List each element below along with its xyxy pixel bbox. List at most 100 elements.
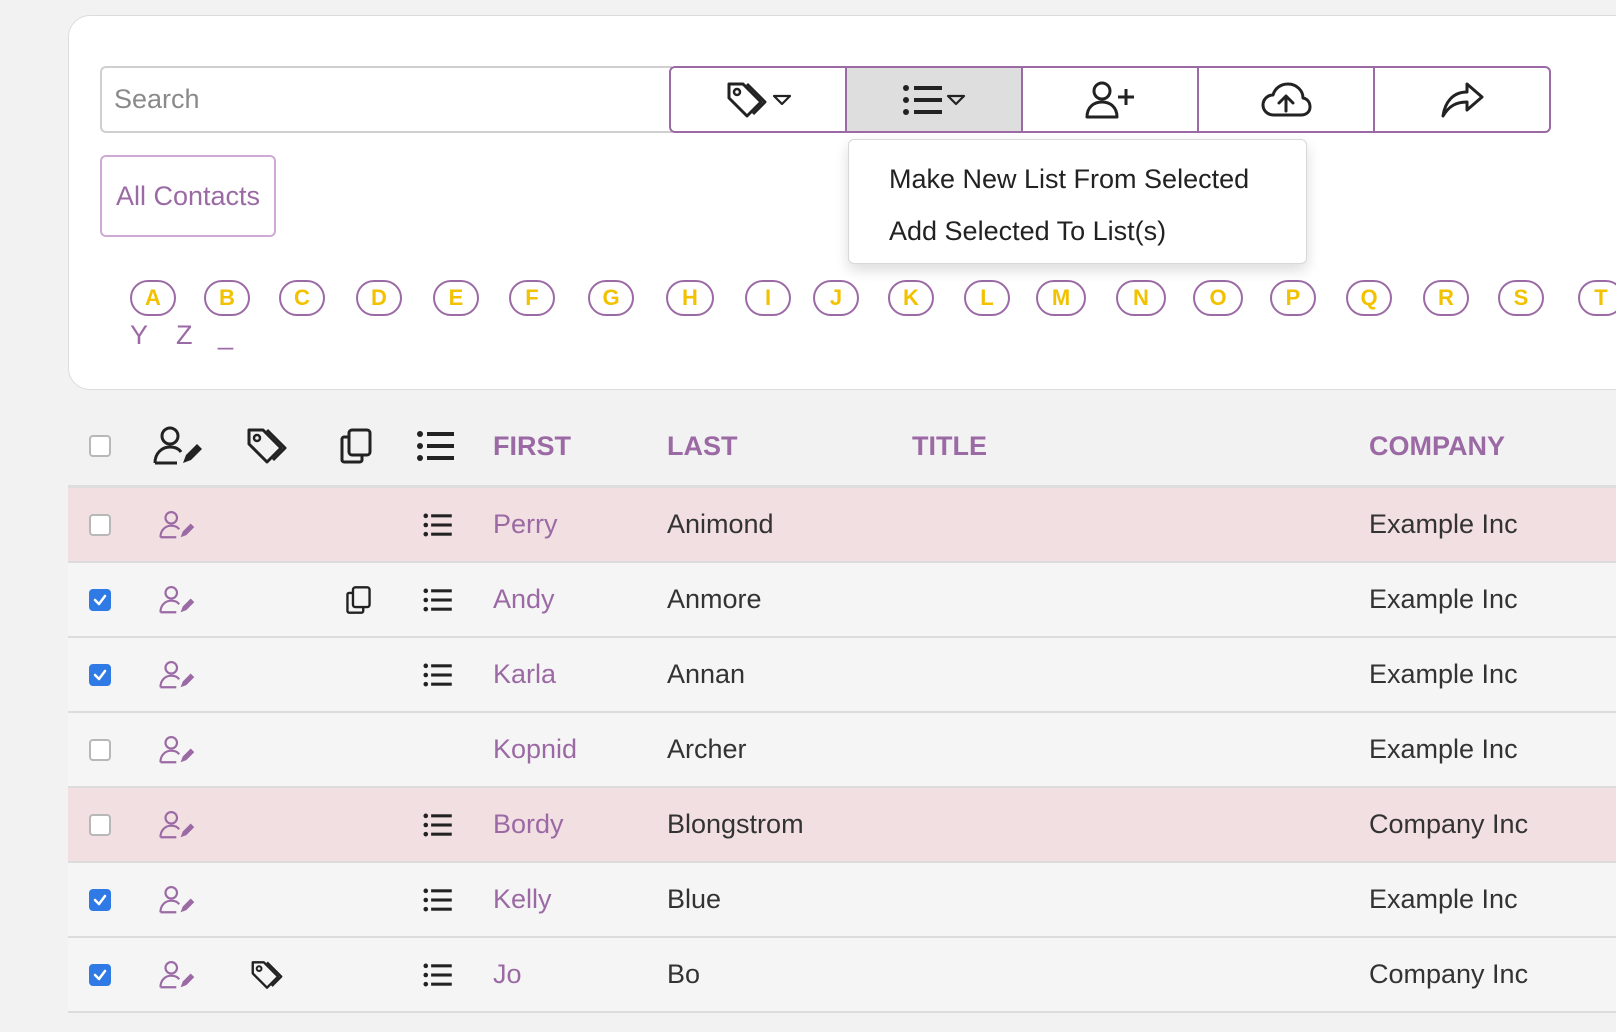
contacts-table: FIRST LAST TITLE COMPANY Perry Animond Exa… <box>68 407 1616 1013</box>
edit-contact-icon[interactable] <box>159 788 195 861</box>
tag-icon <box>247 428 287 464</box>
first-name[interactable]: Perry <box>493 488 558 561</box>
header-first[interactable]: FIRST <box>493 407 571 485</box>
tag-header-icon <box>243 407 291 485</box>
letter-filter-a[interactable]: A <box>130 280 176 316</box>
row-checkbox[interactable] <box>89 663 111 686</box>
table-header: FIRST LAST TITLE COMPANY <box>68 407 1616 488</box>
list-dropdown-menu: Make New List From Selected Add Selected… <box>848 139 1307 264</box>
letter-filter-h[interactable]: H <box>666 280 714 316</box>
company: Company Inc <box>1369 959 1529 989</box>
company: Example Inc <box>1369 509 1518 539</box>
table-row[interactable]: Bordy Blongstrom Company Inc <box>68 788 1616 863</box>
edit-contact-icon[interactable] <box>159 863 195 936</box>
tag-menu-button[interactable] <box>669 66 847 133</box>
company: Example Inc <box>1369 884 1518 914</box>
row-checkbox[interactable] <box>89 963 111 986</box>
company: Example Inc <box>1369 659 1518 689</box>
list-icon[interactable] <box>422 563 454 636</box>
list-icon[interactable] <box>422 788 454 861</box>
letter-filter-k[interactable]: K <box>888 280 934 316</box>
letter-filter-y[interactable]: Y <box>130 320 148 351</box>
last-name: Annan <box>667 659 746 689</box>
letter-filter-g[interactable]: G <box>588 280 634 316</box>
letter-filter-i[interactable]: I <box>745 280 791 316</box>
letter-filter-q[interactable]: Q <box>1346 280 1392 316</box>
menu-item-add-to-lists[interactable]: Add Selected To List(s) <box>849 212 1306 264</box>
table-row[interactable]: Karla Annan Example Inc <box>68 638 1616 713</box>
list-icon[interactable] <box>422 488 454 561</box>
letter-filter-b[interactable]: B <box>204 280 250 316</box>
search-input[interactable] <box>100 66 672 133</box>
table-row[interactable]: Jo Bo Company Inc <box>68 938 1616 1013</box>
row-checkbox[interactable] <box>89 738 111 761</box>
table-row[interactable]: Andy Anmore Example Inc <box>68 563 1616 638</box>
letter-filter-m[interactable]: M <box>1036 280 1086 316</box>
letter-filter-s[interactable]: S <box>1498 280 1544 316</box>
list-icon[interactable] <box>422 638 454 711</box>
select-all-checkbox[interactable] <box>89 435 111 457</box>
letter-filter-t[interactable]: T <box>1578 280 1616 316</box>
first-name[interactable]: Bordy <box>493 788 564 861</box>
share-icon <box>1441 82 1484 117</box>
first-name[interactable]: Kopnid <box>493 713 577 786</box>
company: Example Inc <box>1369 584 1518 614</box>
first-name[interactable]: Kelly <box>493 863 552 936</box>
last-name: Animond <box>667 509 774 539</box>
copy-icon[interactable] <box>345 563 372 636</box>
table-row[interactable]: Perry Animond Example Inc <box>68 488 1616 563</box>
list-icon[interactable] <box>422 863 454 936</box>
header-title[interactable]: TITLE <box>912 407 987 485</box>
letter-filter-p[interactable]: P <box>1270 280 1316 316</box>
list-icon <box>417 431 454 461</box>
table-row[interactable]: Kelly Blue Example Inc <box>68 863 1616 938</box>
letter-filter-c[interactable]: C <box>279 280 325 316</box>
letter-filter-f[interactable]: F <box>509 280 555 316</box>
toolbar <box>669 66 1551 133</box>
edit-user-icon <box>153 426 202 465</box>
add-contact-button[interactable] <box>1021 66 1199 133</box>
menu-item-make-new-list[interactable]: Make New List From Selected <box>849 160 1306 212</box>
table-body: Perry Animond Example Inc Andy Anmore Example… <box>68 488 1616 1013</box>
lists-header-icon <box>416 407 456 485</box>
row-checkbox[interactable] <box>89 588 111 611</box>
first-name[interactable]: Jo <box>493 938 522 1011</box>
cloud-upload-icon <box>1261 82 1312 116</box>
first-name[interactable]: Karla <box>493 638 556 711</box>
list-menu-button[interactable] <box>845 66 1023 133</box>
letter-filter-o[interactable]: O <box>1193 280 1243 316</box>
letter-filter-r[interactable]: R <box>1423 280 1469 316</box>
letter-filter-e[interactable]: E <box>433 280 479 316</box>
duplicate-header-icon <box>339 407 373 485</box>
last-name: Archer <box>667 734 747 764</box>
upload-button[interactable] <box>1197 66 1375 133</box>
edit-contact-icon[interactable] <box>159 563 195 636</box>
letter-filter-underscore[interactable]: _ <box>218 320 233 351</box>
last-name: Anmore <box>667 584 762 614</box>
table-row[interactable]: Kopnid Archer Example Inc <box>68 713 1616 788</box>
letter-filter-j[interactable]: J <box>813 280 859 316</box>
letter-filter-l[interactable]: L <box>964 280 1010 316</box>
company: Example Inc <box>1369 734 1518 764</box>
header-company[interactable]: COMPANY <box>1369 407 1505 485</box>
letter-filter-z[interactable]: Z <box>176 320 193 351</box>
header-last[interactable]: LAST <box>667 407 738 485</box>
edit-contact-header-icon <box>153 407 203 485</box>
all-contacts-button[interactable]: All Contacts <box>100 155 276 237</box>
list-icon[interactable] <box>422 938 454 1011</box>
edit-contact-icon[interactable] <box>159 713 195 786</box>
letter-filter-n[interactable]: N <box>1116 280 1166 316</box>
edit-contact-icon[interactable] <box>159 638 195 711</box>
first-name[interactable]: Andy <box>493 563 555 636</box>
add-user-icon <box>1085 81 1134 118</box>
tag-icon[interactable] <box>248 938 286 1011</box>
row-checkbox[interactable] <box>89 813 111 836</box>
share-button[interactable] <box>1373 66 1551 133</box>
last-name: Blongstrom <box>667 809 804 839</box>
caret-down-icon <box>946 94 966 105</box>
letter-filter-d[interactable]: D <box>356 280 402 316</box>
edit-contact-icon[interactable] <box>159 938 195 1011</box>
row-checkbox[interactable] <box>89 888 111 911</box>
row-checkbox[interactable] <box>89 513 111 536</box>
edit-contact-icon[interactable] <box>159 488 195 561</box>
